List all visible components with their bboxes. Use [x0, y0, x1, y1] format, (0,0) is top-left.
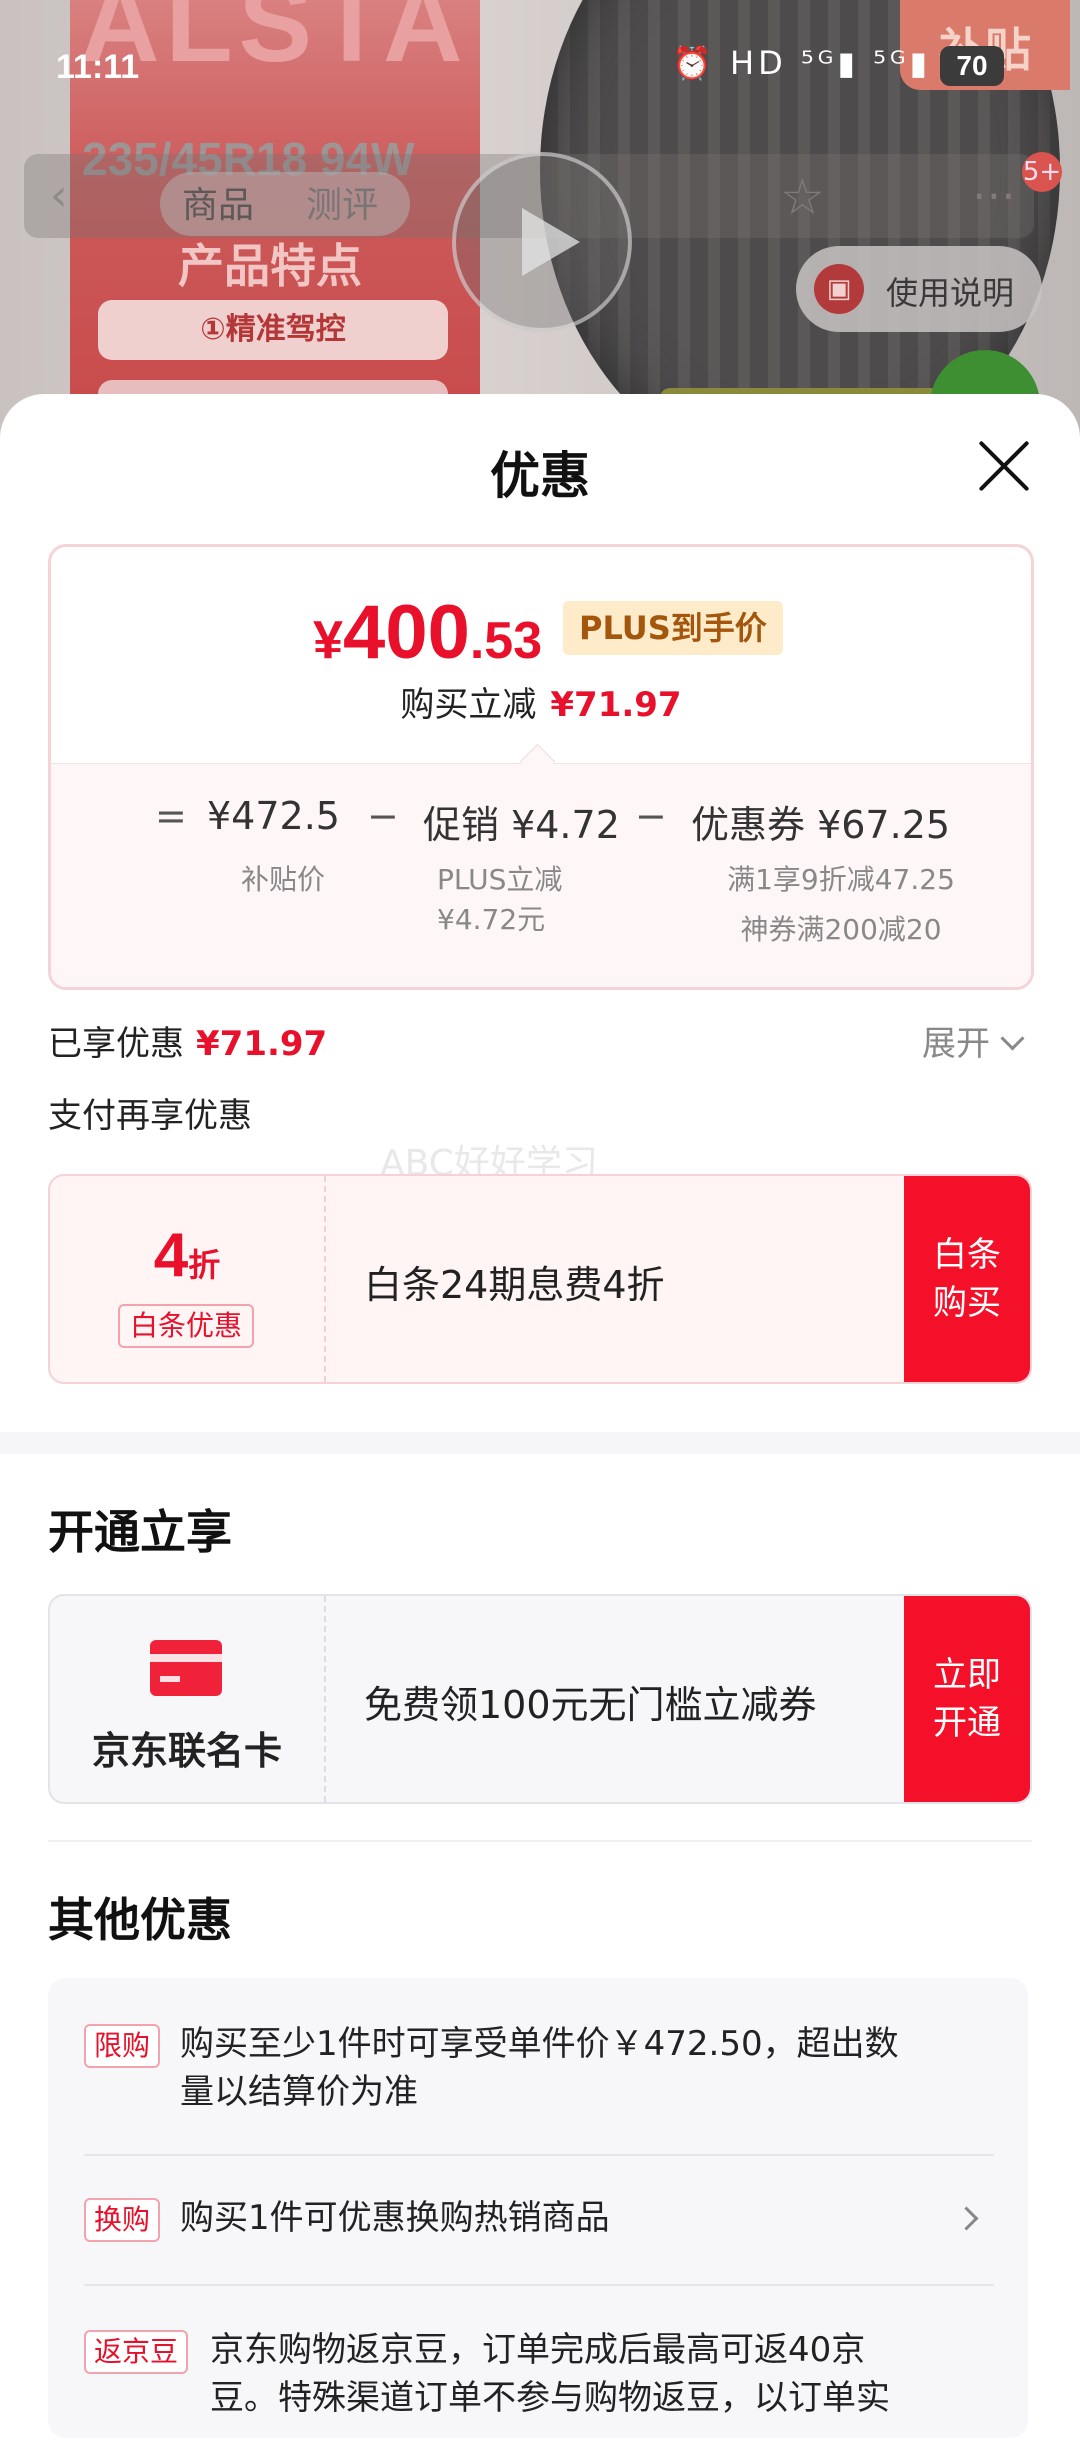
promo-tag: 限购 [84, 2024, 161, 2068]
plus-price-tag: PLUS到手价 [563, 601, 783, 655]
equals-sign: = [155, 794, 187, 838]
cobrand-card-box: 京东联名卡 [50, 1596, 326, 1802]
discount-sheet: 优惠 ¥400.53 PLUS到手价 购买立减 ¥71.97 = ¥472.5 补… [0, 394, 1080, 2438]
promo-separator [84, 2154, 994, 2156]
sheet-title: 优惠 [490, 447, 590, 505]
manual-book-icon: ▣ [814, 264, 864, 314]
chevron-down-icon [1000, 1026, 1025, 1051]
other-section-title: 其他优惠 [48, 1893, 232, 1947]
manual-label: 使用说明 [886, 274, 1015, 312]
final-price-int: 400 [343, 590, 470, 675]
final-price-dec: .53 [469, 612, 543, 670]
play-video-icon[interactable] [452, 152, 632, 332]
close-icon[interactable] [976, 438, 1032, 494]
cobrand-card-offer: 京东联名卡 免费领100元无门槛立减券 立即 开通 [48, 1594, 1032, 1804]
open-section-title: 开通立享 [48, 1505, 232, 1559]
expand-toggle[interactable]: 展开 [922, 1016, 1025, 1065]
promo-text: 购买1件可优惠换购热销商品 [180, 2198, 610, 2238]
price-breakdown: = ¥472.5 补贴价 − 促销 ¥4.72 PLUS立减 ¥4.72元 − … [51, 763, 1031, 987]
manual-button[interactable]: ▣ 使用说明 [796, 246, 1042, 332]
status-signal-icons: ⏰ HD ⁵ᴳ▮ ⁵ᴳ▮ [672, 44, 932, 82]
coupon-amount: 优惠券 ¥67.25 [691, 803, 951, 847]
price-card-top: ¥400.53 PLUS到手价 购买立减 ¥71.97 [51, 547, 1031, 763]
battery-icon: 70 [940, 46, 1004, 86]
back-icon[interactable]: ‹ [50, 170, 68, 221]
baitiao-offer-card: 4折 白条优惠 白条24期息费4折 白条 购买 [48, 1174, 1032, 1384]
feature-pill: ①精准驾控 [98, 300, 448, 360]
price-card: ¥400.53 PLUS到手价 购买立减 ¥71.97 = ¥472.5 补贴价 … [48, 544, 1034, 990]
coupon-label-2: 神券满200减20 [740, 913, 942, 946]
baitiao-buy-line2: 购买 [933, 1283, 1001, 1323]
pay-more-title: 支付再享优惠 [48, 1096, 252, 1136]
enjoyed-amount: ¥71.97 [196, 1024, 328, 1064]
reduce-amount: ¥71.97 [550, 685, 682, 725]
cobrand-card-name: 京东联名卡 [91, 1729, 282, 1773]
final-price-yen: ¥ [313, 610, 344, 670]
base-price: ¥472.5 [207, 794, 340, 838]
coupon-label-1: 满1享9折减47.25 [727, 863, 955, 896]
promo-item-jingdou: 返京豆 京东购物返京豆，订单完成后最高可返40京 豆。特殊渠道订单不参与购物返豆… [84, 2330, 994, 2440]
tab-product[interactable]: 商品 [182, 176, 254, 228]
chevron-right-icon [954, 2206, 979, 2231]
promo-tag: 返京豆 [84, 2330, 189, 2374]
baitiao-discount-label: 白条优惠 [118, 1304, 255, 1348]
feature-title: 产品特点 [178, 239, 362, 293]
open-now-line1: 立即 [933, 1655, 1001, 1695]
baitiao-description: 白条24期息费4折 [364, 1263, 665, 1307]
reduce-line: 购买立减 ¥71.97 [51, 677, 1031, 726]
favorite-star-icon[interactable]: ☆ [780, 168, 825, 226]
promo-label-1: PLUS立减 [437, 863, 563, 896]
open-now-line2: 开通 [933, 1703, 1001, 1743]
promo-text-line2: 豆。特殊渠道订单不参与购物返豆，以订单实 [210, 2378, 890, 2418]
promo-tag: 换购 [84, 2198, 161, 2242]
other-promos-card: 限购 购买至少1件时可享受单件价￥472.50，超出数 量以结算价为准 换购 购… [48, 1978, 1028, 2438]
baitiao-buy-label: 白条 购买 [933, 1231, 1001, 1327]
more-icon[interactable]: ⋯ [972, 170, 1016, 221]
promo-separator [84, 2284, 994, 2286]
baitiao-discount-box: 4折 白条优惠 [50, 1176, 326, 1382]
status-bar: 11:11 ⏰ HD ⁵ᴳ▮ ⁵ᴳ▮ 70 [0, 40, 1080, 100]
divider-line [48, 1840, 1032, 1842]
promo-item-exchange[interactable]: 换购 购买1件可优惠换购热销商品 [84, 2198, 994, 2258]
open-now-label: 立即 开通 [933, 1651, 1001, 1747]
baitiao-buy-line1: 白条 [933, 1235, 1001, 1275]
open-now-button[interactable]: 立即 开通 [904, 1596, 1030, 1802]
promo-text-line2: 量以结算价为准 [180, 2072, 418, 2112]
tab-review[interactable]: 测评 [306, 176, 378, 228]
credit-card-icon [150, 1640, 222, 1696]
status-time: 11:11 [56, 48, 140, 86]
expand-label: 展开 [922, 1024, 990, 1064]
baitiao-discount-value: 4折 [50, 1220, 324, 1291]
enjoyed-label: 已享优惠 [48, 1024, 184, 1064]
promo-text: 京东购物返京豆，订单完成后最高可返40京 [210, 2330, 866, 2370]
reduce-label: 购买立减 [400, 685, 537, 725]
promo-text: 购买至少1件时可享受单件价￥472.50，超出数 [180, 2024, 899, 2064]
final-price: ¥400.53 [313, 589, 542, 676]
base-price-label: 补贴价 [240, 863, 325, 896]
section-divider [0, 1432, 1080, 1454]
cart-badge: 5+ [1022, 152, 1062, 192]
promo-item-limit: 限购 购买至少1件时可享受单件价￥472.50，超出数 量以结算价为准 [84, 2024, 994, 2144]
promo-label-2: ¥4.72元 [437, 903, 546, 936]
discount-unit: 折 [188, 1246, 221, 1284]
cobrand-card-description: 免费领100元无门槛立减券 [364, 1683, 817, 1727]
baitiao-buy-button[interactable]: 白条 购买 [904, 1176, 1030, 1382]
discount-number: 4 [153, 1221, 189, 1290]
minus-sign-2: − [635, 794, 667, 838]
enjoyed-discount: 已享优惠 ¥71.97 [48, 1016, 327, 1065]
promo-amount: 促销 ¥4.72 [423, 803, 620, 847]
minus-sign-1: − [367, 794, 399, 838]
